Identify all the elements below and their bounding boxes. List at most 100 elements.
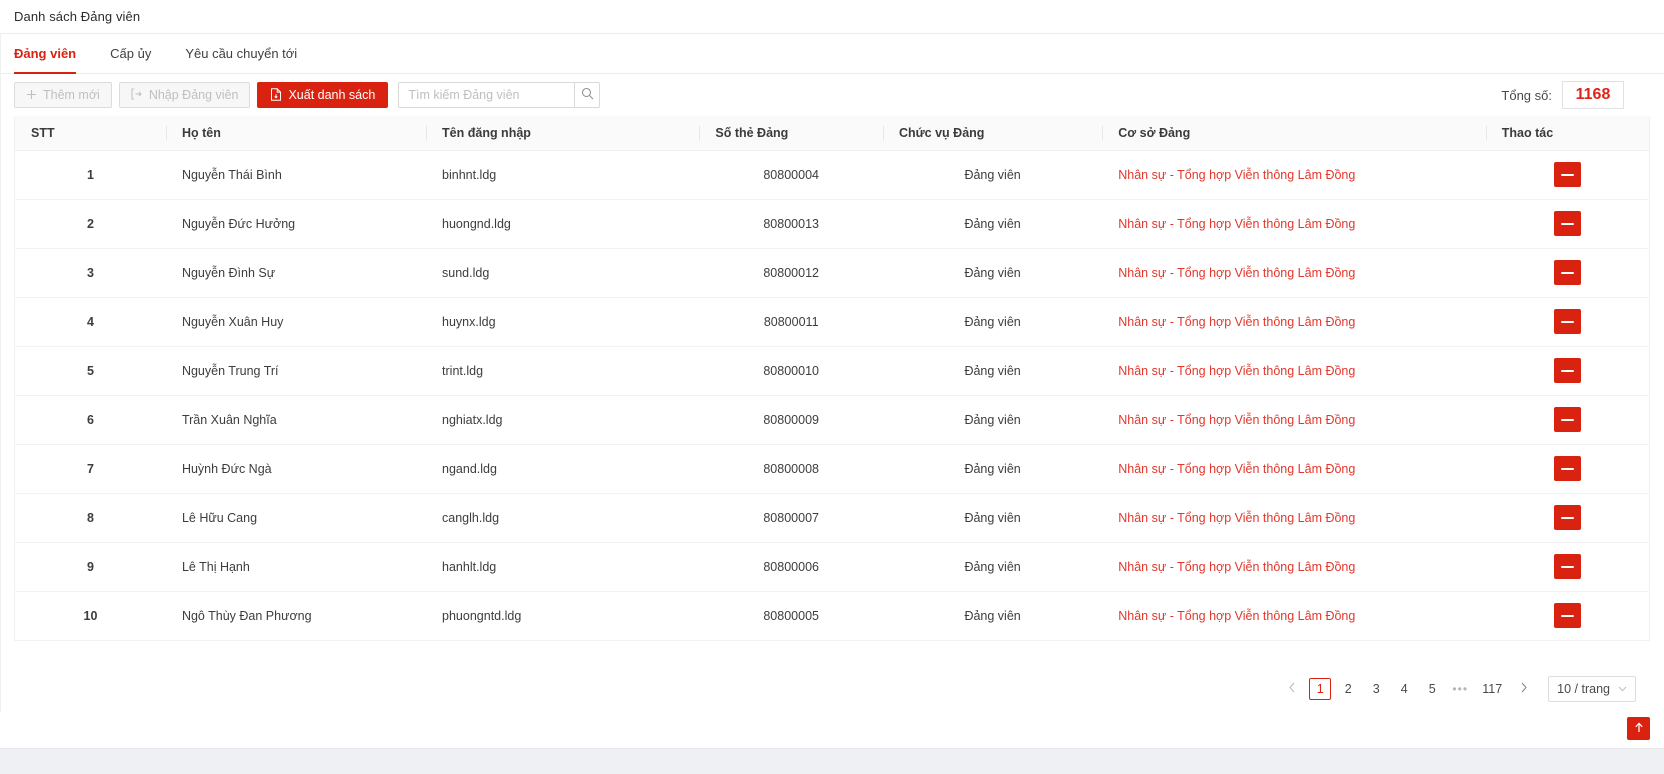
tab-label: Cấp ủy bbox=[110, 46, 152, 61]
cell-action bbox=[1485, 591, 1649, 641]
pagination-prev-button[interactable] bbox=[1280, 677, 1304, 701]
table-row[interactable]: 10 Ngô Thùy Đan Phương phuongntd.ldg 808000… bbox=[15, 591, 1649, 641]
cell-username: canglh.ldg bbox=[426, 493, 700, 543]
org-link[interactable]: Nhân sự - Tổng hợp Viễn thông Lâm Đồng bbox=[1118, 413, 1355, 427]
cell-stt: 2 bbox=[15, 199, 166, 249]
pagination-last-page[interactable]: 117 bbox=[1477, 678, 1507, 700]
column-header-name[interactable]: Họ tên bbox=[165, 116, 427, 151]
cell-username: binhnt.ldg bbox=[426, 150, 700, 200]
org-link[interactable]: Nhân sự - Tổng hợp Viễn thông Lâm Đồng bbox=[1118, 168, 1355, 182]
cell-username: phuongntd.ldg bbox=[426, 591, 700, 641]
total-label: Tổng số: bbox=[1501, 87, 1552, 103]
menu-hamburger-icon bbox=[1560, 418, 1574, 421]
total-count-group: Tổng số: 1168 bbox=[1501, 81, 1650, 109]
table-row[interactable]: 4 Nguyễn Xuân Huy huynx.ldg 80800011 Đảng vi… bbox=[15, 297, 1649, 347]
cell-username: hanhlt.ldg bbox=[426, 542, 700, 592]
org-link[interactable]: Nhân sự - Tổng hợp Viễn thông Lâm Đồng bbox=[1118, 315, 1355, 329]
row-action-menu-button[interactable] bbox=[1553, 309, 1581, 334]
cell-username: huynx.ldg bbox=[426, 297, 700, 347]
org-link[interactable]: Nhân sự - Tổng hợp Viễn thông Lâm Đồng bbox=[1118, 609, 1355, 623]
cell-org: Nhân sự - Tổng hợp Viễn thông Lâm Đồng bbox=[1102, 493, 1486, 543]
cell-action bbox=[1485, 542, 1649, 592]
import-button[interactable]: Nhập Đảng viên bbox=[118, 82, 251, 108]
cell-org: Nhân sự - Tổng hợp Viễn thông Lâm Đồng bbox=[1102, 297, 1486, 347]
row-action-menu-button[interactable] bbox=[1553, 407, 1581, 432]
pagination-page-4[interactable]: 4 bbox=[1393, 678, 1415, 700]
table-row[interactable]: 2 Nguyễn Đức Hưởng huongnd.ldg 80800013 Đảng… bbox=[15, 199, 1649, 249]
column-header-role[interactable]: Chức vụ Đảng bbox=[882, 116, 1103, 151]
cell-role: Đảng viên bbox=[882, 150, 1103, 200]
row-action-menu-button[interactable] bbox=[1553, 554, 1581, 579]
cell-name: Lê Hữu Cang bbox=[165, 493, 427, 543]
tab-cap-uy[interactable]: Cấp ủy bbox=[98, 34, 163, 73]
cell-name: Trần Xuân Nghĩa bbox=[165, 395, 427, 445]
cell-card: 80800005 bbox=[699, 591, 883, 641]
cell-role: Đảng viên bbox=[882, 591, 1103, 641]
cell-card: 80800013 bbox=[699, 199, 883, 249]
row-action-menu-button[interactable] bbox=[1553, 603, 1581, 628]
org-link[interactable]: Nhân sự - Tổng hợp Viễn thông Lâm Đồng bbox=[1118, 364, 1355, 378]
table-row[interactable]: 1 Nguyễn Thái Bình binhnt.ldg 80800004 Đảng … bbox=[15, 150, 1649, 200]
search-icon bbox=[581, 87, 594, 103]
pagination-page-3[interactable]: 3 bbox=[1365, 678, 1387, 700]
org-link[interactable]: Nhân sự - Tổng hợp Viễn thông Lâm Đồng bbox=[1118, 511, 1355, 525]
org-link[interactable]: Nhân sự - Tổng hợp Viễn thông Lâm Đồng bbox=[1118, 217, 1355, 231]
cell-role: Đảng viên bbox=[882, 346, 1103, 396]
cell-card: 80800007 bbox=[699, 493, 883, 543]
row-action-menu-button[interactable] bbox=[1553, 162, 1581, 187]
back-to-top-button[interactable] bbox=[1627, 717, 1650, 740]
org-link[interactable]: Nhân sự - Tổng hợp Viễn thông Lâm Đồng bbox=[1118, 266, 1355, 280]
search-input[interactable] bbox=[398, 82, 575, 108]
table-row[interactable]: 6 Trần Xuân Nghĩa nghiatx.ldg 80800009 Đảng … bbox=[15, 395, 1649, 445]
search-box bbox=[398, 82, 601, 108]
row-action-menu-button[interactable] bbox=[1553, 211, 1581, 236]
org-link[interactable]: Nhân sự - Tổng hợp Viễn thông Lâm Đồng bbox=[1118, 462, 1355, 476]
page-size-label: 10 / trang bbox=[1557, 682, 1610, 696]
pagination-ellipsis[interactable]: ••• bbox=[1449, 682, 1471, 696]
column-header-org[interactable]: Cơ sở Đảng bbox=[1102, 116, 1486, 151]
tab-label: Yêu cầu chuyển tới bbox=[185, 46, 298, 61]
cell-name: Nguyễn Thái Bình bbox=[165, 150, 427, 200]
pagination-next-button[interactable] bbox=[1512, 677, 1536, 701]
cell-stt: 5 bbox=[15, 346, 166, 396]
column-header-card[interactable]: Số thẻ Đảng bbox=[699, 116, 883, 151]
table-row[interactable]: 3 Nguyễn Đình Sự sund.ldg 80800012 Đảng viên… bbox=[15, 248, 1649, 298]
cell-name: Nguyễn Đức Hưởng bbox=[165, 199, 427, 249]
table-row[interactable]: 5 Nguyễn Trung Trí trint.ldg 80800010 Đảng v… bbox=[15, 346, 1649, 396]
table-row[interactable]: 9 Lê Thị Hạnh hanhlt.ldg 80800006 Đảng viên N… bbox=[15, 542, 1649, 592]
menu-hamburger-icon bbox=[1560, 222, 1574, 225]
row-action-menu-button[interactable] bbox=[1553, 505, 1581, 530]
cell-role: Đảng viên bbox=[882, 493, 1103, 543]
table-row[interactable]: 8 Lê Hữu Cang canglh.ldg 80800007 Đảng viên N… bbox=[15, 493, 1649, 543]
add-new-button[interactable]: Thêm mới bbox=[14, 82, 112, 108]
cell-card: 80800011 bbox=[699, 297, 883, 347]
menu-hamburger-icon bbox=[1560, 369, 1574, 372]
table-row[interactable]: 7 Huỳnh Đức Ngà ngand.ldg 80800008 Đảng viên… bbox=[15, 444, 1649, 494]
pagination-page-2[interactable]: 2 bbox=[1337, 678, 1359, 700]
tab-dang-vien[interactable]: Đảng viên bbox=[14, 34, 88, 74]
page-size-select[interactable]: 10 / trang bbox=[1548, 676, 1636, 702]
cell-stt: 3 bbox=[15, 248, 166, 298]
cell-action bbox=[1485, 199, 1649, 249]
column-header-username[interactable]: Tên đăng nhập bbox=[426, 116, 700, 151]
pagination-page-1[interactable]: 1 bbox=[1309, 678, 1332, 700]
cell-action bbox=[1485, 297, 1649, 347]
cell-action bbox=[1485, 248, 1649, 298]
row-action-menu-button[interactable] bbox=[1553, 456, 1581, 481]
row-action-menu-button[interactable] bbox=[1553, 260, 1581, 285]
export-button[interactable]: Xuất danh sách bbox=[257, 82, 389, 108]
left-rail-divider bbox=[0, 34, 1, 748]
table-header-row: STT Họ tên Tên đăng nhập Số thẻ Đảng Chứ… bbox=[15, 116, 1649, 151]
members-table: STT Họ tên Tên đăng nhập Số thẻ Đảng Chứ… bbox=[15, 116, 1649, 641]
search-button[interactable] bbox=[574, 82, 601, 108]
cell-action bbox=[1485, 395, 1649, 445]
chevron-down-icon bbox=[1618, 684, 1627, 694]
tab-yeu-cau-chuyen-toi[interactable]: Yêu cầu chuyển tới bbox=[173, 34, 309, 73]
pagination-page-5[interactable]: 5 bbox=[1421, 678, 1443, 700]
toolbar: Thêm mới Nhập Đảng viên Xuất danh sách T… bbox=[0, 74, 1664, 116]
org-link[interactable]: Nhân sự - Tổng hợp Viễn thông Lâm Đồng bbox=[1118, 560, 1355, 574]
row-action-menu-button[interactable] bbox=[1553, 358, 1581, 383]
column-header-stt[interactable]: STT bbox=[15, 116, 166, 151]
cell-stt: 4 bbox=[15, 297, 166, 347]
column-header-action: Thao tác bbox=[1485, 116, 1649, 151]
